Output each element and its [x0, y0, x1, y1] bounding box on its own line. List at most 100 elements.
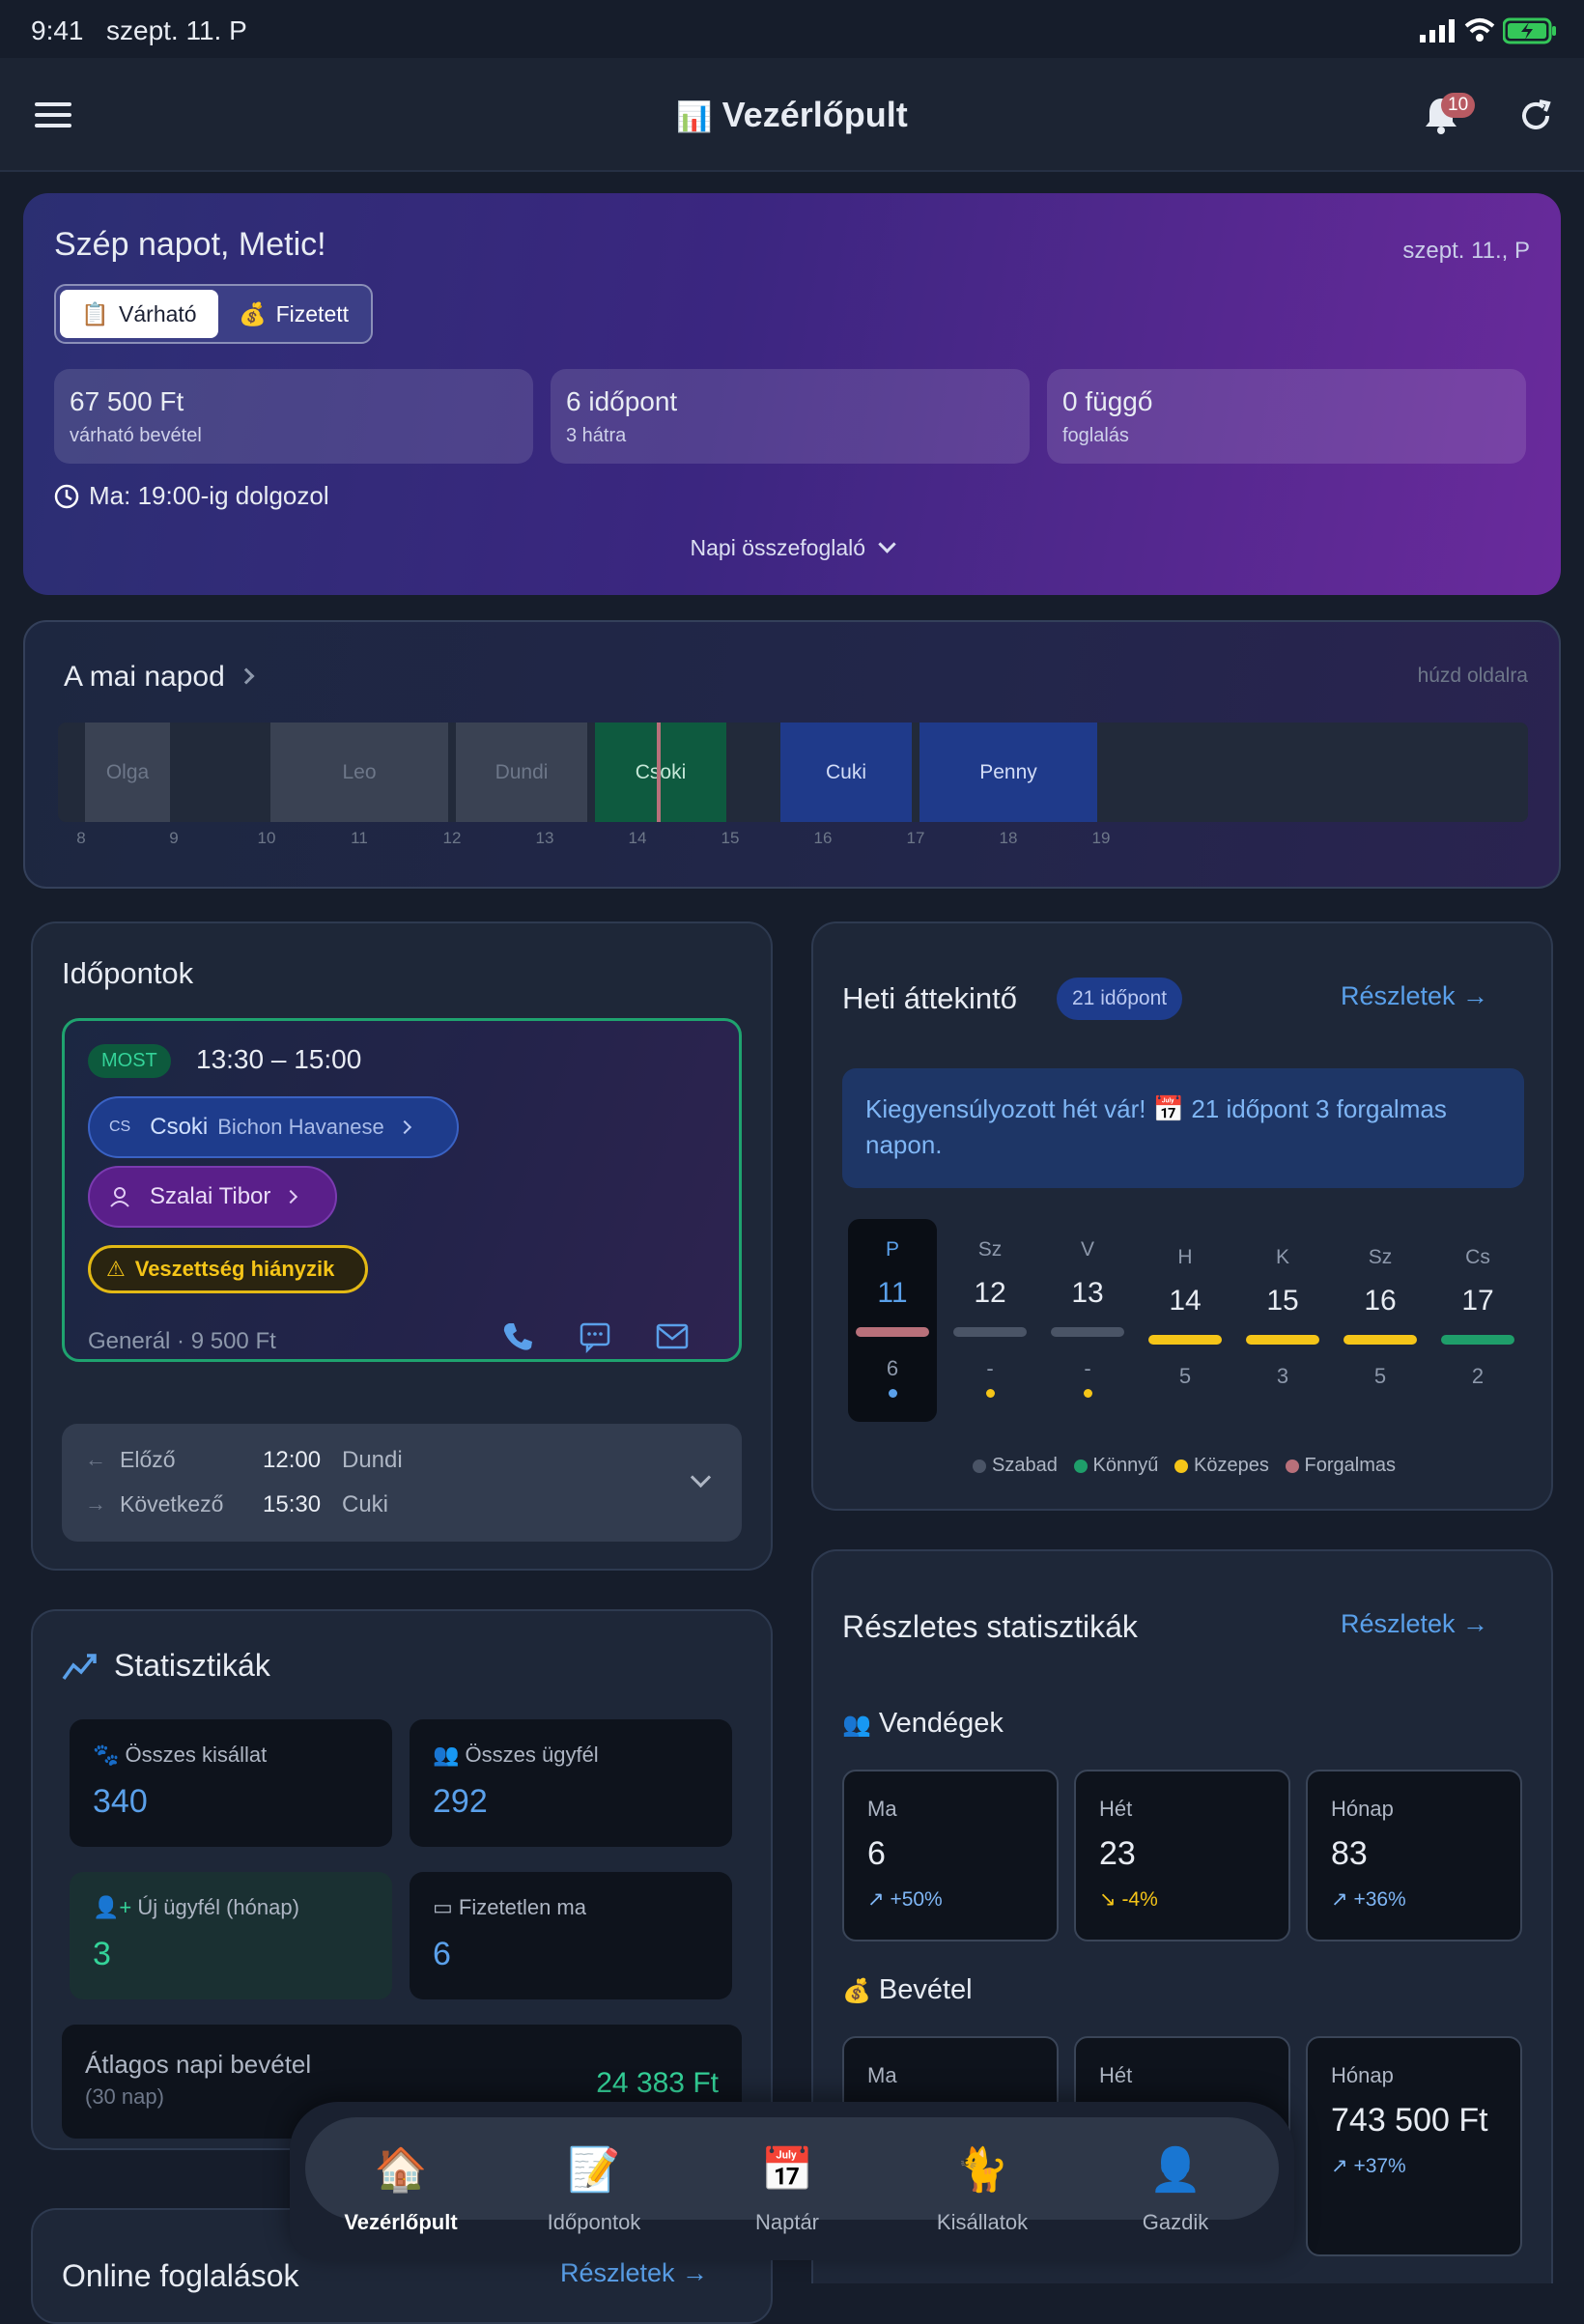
- refresh-icon[interactable]: [1518, 99, 1553, 133]
- hour-tick: 13: [535, 829, 554, 847]
- today-title[interactable]: A mai napod: [64, 661, 255, 694]
- paw-icon: 🐾: [93, 1743, 120, 1767]
- nav-item-owners[interactable]: 👤 Gazdik: [1113, 2144, 1238, 2235]
- week-day-0[interactable]: P 11 6: [849, 1238, 936, 1398]
- revenue-month[interactable]: Hónap 743 500 Ft ↗ +37%: [1306, 2036, 1522, 2256]
- chevron-right-icon: [397, 1119, 411, 1135]
- nav-item-dashboard[interactable]: 🏠 Vezérlőpult: [338, 2144, 464, 2235]
- timeline-block-leo[interactable]: Leo: [270, 723, 448, 822]
- timeline-block-olga[interactable]: Olga: [85, 723, 170, 822]
- online-bookings-link[interactable]: Részletek →: [560, 2258, 708, 2288]
- greeting: Szép napot, Metic!: [54, 226, 326, 263]
- status-date: szept. 11. P: [106, 15, 247, 45]
- money-bag-icon: 💰: [842, 1978, 871, 2004]
- statistics-header: Statisztikák: [62, 1648, 270, 1684]
- nav-item-pets[interactable]: 🐈 Kisállatok: [919, 2144, 1045, 2235]
- chat-icon[interactable]: [579, 1320, 611, 1353]
- bar-chart-icon: 📊: [676, 101, 713, 133]
- weekly-count-badge: 21 időpont: [1057, 978, 1183, 1020]
- appointments-card: Időpontok MOST 13:30 – 15:00 CS Csoki Bi…: [31, 921, 773, 1571]
- notification-button[interactable]: 10: [1424, 93, 1482, 141]
- day-name: V: [1080, 1238, 1094, 1261]
- pet-breed: Bichon Havanese: [217, 1115, 384, 1139]
- wifi-icon: [1464, 18, 1495, 42]
- guests-month[interactable]: Hónap 83 ↗ +36%: [1306, 1770, 1522, 1941]
- pet-chip[interactable]: CS Csoki Bichon Havanese: [88, 1096, 459, 1158]
- hour-tick: 19: [1091, 829, 1111, 847]
- work-hours-note: Ma: 19:00-ig dolgozol: [54, 481, 329, 511]
- trend-up-icon: ↗ +36%: [1331, 1888, 1406, 1911]
- daily-summary-toggle[interactable]: Napi összefoglaló: [23, 535, 1561, 561]
- user-icon: [110, 1187, 129, 1207]
- week-day-5[interactable]: Sz 16 5: [1337, 1246, 1424, 1389]
- day-load-bar: [953, 1327, 1027, 1337]
- status-bar: 9:41 szept. 11. P: [0, 0, 1584, 58]
- week-day-4[interactable]: K 15 3: [1239, 1246, 1326, 1389]
- week-day-3[interactable]: H 14 5: [1142, 1246, 1229, 1389]
- current-time-marker: [657, 723, 661, 822]
- hero-card: Szép napot, Metic! szept. 11., P 📋 Várhat…: [23, 193, 1561, 595]
- legend-item-free: Szabad: [972, 1455, 1058, 1476]
- trend-up-icon: ↗ +50%: [867, 1888, 943, 1911]
- stat-new-clients[interactable]: 👤+ Új ügyfél (hónap) 3: [70, 1872, 392, 1999]
- day-count: 2: [1471, 1364, 1485, 1388]
- guests-section-title: 👥 Vendégek: [842, 1708, 1004, 1739]
- day-number: 17: [1461, 1285, 1494, 1317]
- weekly-banner: Kiegyensúlyozott hét vár! 📅 21 időpont 3…: [842, 1068, 1524, 1188]
- nav-item-appointments[interactable]: 📝 Időpontok: [531, 2144, 657, 2235]
- person-icon: 👤: [1148, 2146, 1202, 2194]
- week-day-6[interactable]: Cs 17 2: [1434, 1246, 1521, 1389]
- weekly-details-link[interactable]: Részletek →: [1341, 981, 1488, 1011]
- day-name: K: [1275, 1246, 1289, 1268]
- toggle-paid[interactable]: 💰 Fizetett: [218, 290, 369, 338]
- hour-tick: 9: [169, 829, 179, 847]
- current-appointment[interactable]: MOST 13:30 – 15:00 CS Csoki Bichon Havan…: [62, 1018, 742, 1362]
- owner-name: Szalai Tibor: [150, 1183, 271, 1209]
- timeline-block-dundi[interactable]: Dundi: [456, 723, 587, 822]
- hour-tick: 16: [813, 829, 833, 847]
- timeline[interactable]: Olga Leo Dundi Csoki Cuki Penny 8 9 10 1…: [58, 723, 1528, 858]
- chevron-down-icon: [690, 1466, 712, 1488]
- hero-date: szept. 11., P: [1402, 238, 1530, 264]
- credit-card-icon: ▭: [433, 1895, 453, 1919]
- stat-total-clients[interactable]: 👥 Összes ügyfél 292: [410, 1719, 732, 1847]
- prev-next-panel[interactable]: ← Előző 12:00 Dundi → Következő 15:30 Cu…: [62, 1424, 742, 1542]
- timeline-block-csoki[interactable]: Csoki: [595, 723, 726, 822]
- day-count: 3: [1276, 1364, 1289, 1388]
- statistics-card: Statisztikák 🐾 Összes kisállat 340 👥 Öss…: [31, 1609, 773, 2150]
- day-number: 14: [1169, 1285, 1202, 1317]
- hour-tick: 8: [76, 829, 86, 847]
- stat-total-pets[interactable]: 🐾 Összes kisállat 340: [70, 1719, 392, 1847]
- guests-today[interactable]: Ma 6 ↗ +50%: [842, 1770, 1059, 1941]
- week-day-1[interactable]: Sz 12 -: [947, 1238, 1033, 1398]
- legend-item-medium: Közepes: [1174, 1455, 1269, 1476]
- detailed-details-link[interactable]: Részletek →: [1341, 1609, 1488, 1639]
- week-day-2[interactable]: V 13 -: [1044, 1238, 1131, 1398]
- day-number: 11: [877, 1277, 908, 1309]
- timeline-block-penny[interactable]: Penny: [919, 723, 1097, 822]
- status-time: 9:41: [31, 15, 84, 45]
- nav-item-calendar[interactable]: 📅 Naptár: [724, 2144, 850, 2235]
- day-number: 16: [1364, 1285, 1397, 1317]
- phone-icon[interactable]: [501, 1320, 534, 1353]
- online-bookings-title: Online foglalások: [62, 2258, 299, 2293]
- guests-week[interactable]: Hét 23 ↘ -4%: [1074, 1770, 1290, 1941]
- warning-icon: ⚠: [106, 1257, 126, 1281]
- timeline-block-cuki[interactable]: Cuki: [780, 723, 912, 822]
- day-load-bar: [1246, 1335, 1319, 1345]
- day-name: Cs: [1465, 1246, 1490, 1268]
- toggle-expected[interactable]: 📋 Várható: [60, 290, 218, 338]
- day-load-bar: [856, 1327, 929, 1337]
- day-indicator-dot: [1083, 1389, 1092, 1398]
- money-bag-icon: 💰: [238, 300, 267, 326]
- service-price: Generál · 9 500 Ft: [88, 1328, 276, 1354]
- bottom-nav-frame: 🏠 Vezérlőpult 📝 Időpontok 📅 Naptár 🐈 Kis…: [290, 2102, 1294, 2260]
- weekly-legend: Szabad Könnyű Közepes Forgalmas: [813, 1455, 1555, 1477]
- email-icon[interactable]: [656, 1322, 689, 1351]
- stat-unpaid-today[interactable]: ▭ Fizetetlen ma 6: [410, 1872, 732, 1999]
- chevron-down-icon: [878, 535, 897, 553]
- prev-name: Dundi: [342, 1447, 403, 1473]
- notification-badge: 10: [1441, 93, 1476, 118]
- hour-tick: 15: [721, 829, 740, 847]
- owner-chip[interactable]: Szalai Tibor: [88, 1166, 337, 1228]
